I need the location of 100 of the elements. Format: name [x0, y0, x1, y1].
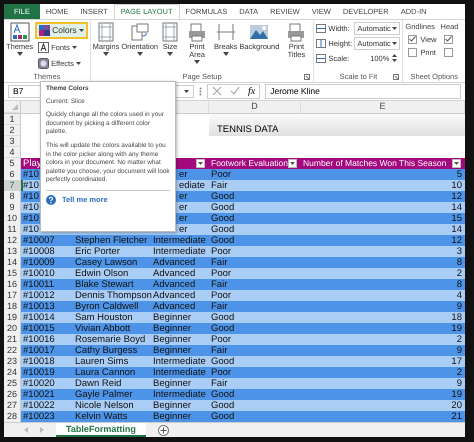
table-cell-text: Advanced: [152, 257, 196, 269]
table-cell-text: Nicole Nelson: [74, 400, 135, 412]
row-header[interactable]: 6: [4, 169, 21, 181]
table-cell-text: Advanced: [152, 268, 196, 280]
caret-icon: [184, 90, 189, 93]
table-cell-text: 8: [456, 257, 463, 269]
table-cell-text: Fair: [210, 301, 228, 313]
table-cell-text: #10019: [22, 367, 56, 379]
caret-icon: [290, 162, 295, 165]
table-cell: er: [179, 213, 188, 225]
row-header[interactable]: 24: [4, 367, 21, 379]
checkbox[interactable]: [444, 34, 453, 44]
row-header[interactable]: 20: [4, 323, 21, 335]
caret-icon: [103, 52, 109, 56]
row-header[interactable]: 25: [4, 378, 21, 390]
table-cell-text: Dawn Reid: [74, 378, 122, 390]
effects-icon: [38, 58, 50, 69]
table-cell-text: 2: [456, 334, 463, 346]
row-header[interactable]: 23: [4, 356, 21, 368]
check-icon[interactable]: [230, 86, 240, 96]
row-header[interactable]: 19: [4, 312, 21, 324]
column-header[interactable]: D: [209, 101, 301, 113]
grip-icon: [199, 86, 202, 96]
insert-function-button[interactable]: fx: [248, 86, 256, 97]
table-cell-text: #10: [22, 191, 40, 203]
filter-button[interactable]: [288, 159, 297, 168]
formula-field[interactable]: Jerome Kline: [265, 84, 461, 99]
table-cell-text: #10023: [22, 411, 56, 423]
table-cell-text: 12: [450, 191, 463, 203]
checkbox[interactable]: [408, 34, 418, 44]
table-cell-text: Poor: [210, 169, 232, 181]
row-header[interactable]: 4: [4, 147, 21, 158]
filter-button[interactable]: [452, 159, 461, 168]
caret-icon: [454, 162, 459, 165]
table-cell-text: Beginner: [152, 312, 192, 324]
table-cell-text: 19: [450, 389, 463, 401]
add-sheet-icon[interactable]: [158, 424, 169, 436]
table-cell-text: Beginner: [152, 323, 192, 335]
row-header[interactable]: 15: [4, 268, 21, 280]
table-cell-text: Casey Lawson: [74, 257, 138, 269]
row-header[interactable]: 22: [4, 345, 21, 357]
row-header[interactable]: 7: [4, 180, 21, 192]
cancel-icon[interactable]: [212, 86, 222, 96]
row-header[interactable]: 8: [4, 191, 21, 203]
table-cell-text: Fair: [210, 279, 228, 291]
row-header[interactable]: 27: [4, 400, 21, 412]
row-header[interactable]: 5: [4, 158, 21, 170]
row-header[interactable]: 12: [4, 235, 21, 247]
row-header[interactable]: 14: [4, 257, 21, 269]
row-header[interactable]: 17: [4, 290, 21, 302]
table-cell-text: Rosemarie Boyd: [74, 334, 146, 346]
table-cell-text: #10013: [22, 301, 56, 313]
table-cell-text: Poor: [210, 268, 232, 280]
column-header[interactable]: E: [301, 101, 465, 113]
checkbox[interactable]: [408, 48, 418, 57]
table-cell-text: #10009: [22, 257, 56, 269]
dialog-launcher-icon[interactable]: [393, 74, 400, 80]
dialog-launcher-icon[interactable]: [304, 74, 310, 80]
table-cell-text: 15: [450, 213, 463, 225]
row-header[interactable]: 21: [4, 334, 21, 346]
row-header[interactable]: 28: [4, 411, 21, 423]
table-cell-text: #10018: [22, 356, 56, 368]
row-header[interactable]: 13: [4, 246, 21, 258]
sheet-tab[interactable]: TableFormatting: [56, 423, 146, 437]
caret-icon: [392, 42, 398, 45]
row-header[interactable]: 3: [4, 136, 21, 147]
page-break-icon: [216, 22, 236, 42]
filter-button[interactable]: [196, 159, 205, 168]
row-header[interactable]: 16: [4, 279, 21, 291]
theme-menu-button[interactable]: Colors: [35, 22, 88, 39]
row-header[interactable]: 18: [4, 301, 21, 313]
table-cell-text: Laura Cannon: [74, 367, 136, 379]
row-header[interactable]: 10: [4, 213, 21, 225]
row-header[interactable]: 11: [4, 224, 21, 236]
caret-icon: [194, 60, 200, 64]
table-cell-text: Poor: [210, 290, 232, 302]
table-cell-text: Vivian Abbott: [74, 323, 132, 335]
table-cell-text: #10015: [22, 323, 56, 335]
table-cell-text: Lauren Sims: [74, 356, 130, 368]
width-icon: [316, 24, 326, 33]
table-cell-text: #10014: [22, 312, 56, 324]
row-header[interactable]: 9: [4, 202, 21, 214]
table-cell-text: #10008: [22, 246, 56, 258]
row-header[interactable]: 26: [4, 389, 21, 401]
row-header[interactable]: 1: [4, 114, 21, 125]
table-cell-text: Good: [210, 202, 236, 214]
row-header[interactable]: 2: [4, 125, 21, 136]
table-cell: er: [179, 191, 188, 203]
table-cell-text: Stephen Fletcher: [74, 235, 148, 247]
table-cell-text: Beginner: [152, 378, 192, 390]
table-cell-text: Eric Porter: [74, 246, 121, 258]
checkbox[interactable]: [444, 48, 453, 57]
table-cell-text: 14: [450, 224, 463, 236]
table-cell-text: #10017: [22, 345, 56, 357]
table-cell-text: Good: [210, 235, 236, 247]
table-cell-text: #10022: [22, 400, 56, 412]
table-cell-text: Poor: [210, 246, 232, 258]
table-cell-text: 18: [450, 312, 463, 324]
table-cell-text: Good: [210, 191, 236, 203]
font-icon: [38, 42, 50, 53]
